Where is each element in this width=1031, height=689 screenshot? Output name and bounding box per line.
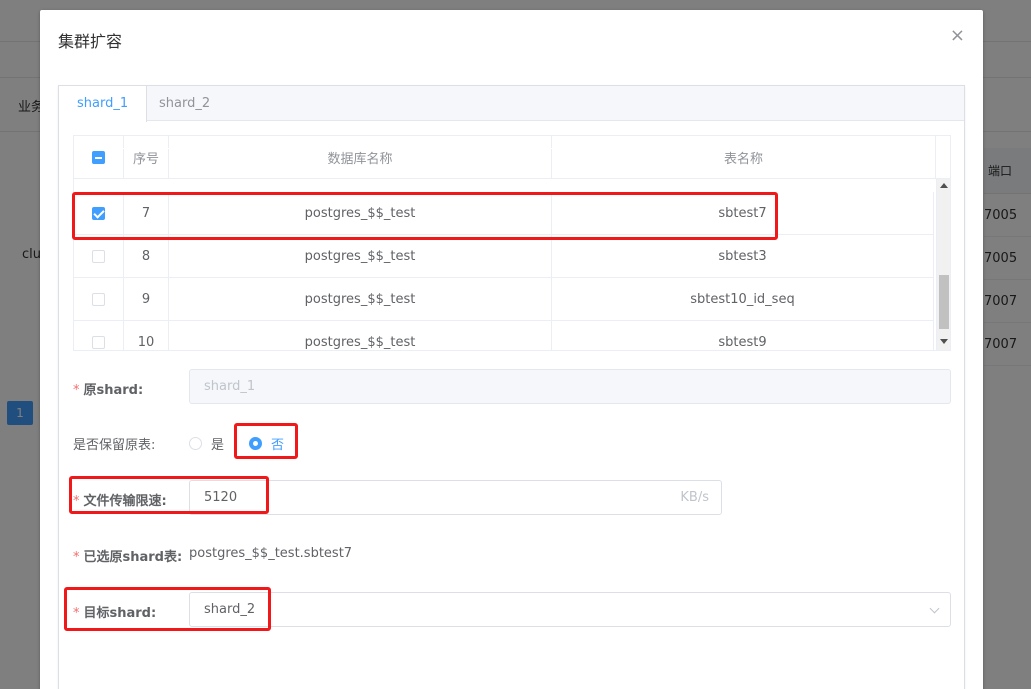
row-db-name: postgres_$$_test [169,192,552,234]
table-header: 序号 数据库名称 表名称 [74,136,950,179]
row-checkbox[interactable] [92,335,105,349]
source-shard-input: shard_1 [189,369,951,404]
tabs-header: shard_1 shard_2 [59,86,964,122]
scroll-up-icon[interactable] [940,183,948,188]
target-shard-value: shard_2 [204,602,256,617]
rate-limit-unit: KB/s [680,490,709,505]
row-checkbox-cell[interactable] [74,278,124,320]
source-shard-label: * 原shard: [73,383,144,398]
rate-limit-label: * 文件传输限速: [73,494,167,509]
header-index: 序号 [124,136,169,178]
keep-original-no-radio[interactable]: 否 [249,434,284,453]
select-all-checkbox[interactable] [92,150,105,164]
selected-tables-value: postgres_$$_test.sbtest7 [189,546,353,561]
row-checkbox-cell[interactable] [74,321,124,350]
header-table-name: 表名称 [552,136,936,178]
row-index: 9 [124,278,169,320]
row-checkbox[interactable] [92,249,105,263]
table-scrollbar[interactable] [936,179,950,350]
header-gutter [936,136,950,178]
table-row[interactable]: 7 postgres_$$_test sbtest7 [74,192,934,235]
radio-selected-icon [249,437,262,450]
target-shard-label: * 目标shard: [73,606,157,621]
scroll-thumb[interactable] [939,275,949,329]
table-row[interactable]: 9 postgres_$$_test sbtest10_id_seq [74,278,934,321]
radio-yes-label: 是 [211,438,225,453]
radio-circle-icon [189,437,202,450]
row-index: 10 [124,321,169,350]
keep-original-yes-radio[interactable]: 是 [189,434,224,453]
shard-tabs: shard_1 shard_2 序号 数据库名称 表名称 7 postgres_… [58,85,965,689]
tab-shard-2[interactable]: shard_2 [141,86,228,121]
dialog-title: 集群扩容 [58,32,123,51]
tab-shard-1[interactable]: shard_1 [59,86,148,122]
header-select-all[interactable] [74,136,124,178]
row-db-name: postgres_$$_test [169,235,552,277]
scroll-down-icon[interactable] [940,339,948,344]
row-table-name: sbtest10_id_seq [552,278,934,320]
row-index: 8 [124,235,169,277]
target-shard-select[interactable]: shard_2 [189,592,951,627]
table-row[interactable]: 8 postgres_$$_test sbtest3 [74,235,934,278]
row-index: 7 [124,192,169,234]
table-scroll-gap [74,148,934,149]
row-db-name: postgres_$$_test [169,321,552,350]
cluster-expand-dialog: 集群扩容 × shard_1 shard_2 序号 数据库名称 表名称 7 po… [40,10,983,689]
chevron-down-icon [929,603,940,614]
selected-tables-label: * 已选原shard表: [73,550,183,565]
close-icon[interactable]: × [950,27,965,45]
radio-no-label: 否 [271,438,285,453]
header-db-name: 数据库名称 [169,136,552,178]
row-checkbox-cell[interactable] [74,192,124,234]
row-checkbox[interactable] [92,206,105,220]
row-db-name: postgres_$$_test [169,278,552,320]
row-table-name: sbtest7 [552,192,934,234]
rate-limit-input[interactable]: 5120 KB/s [189,480,722,515]
row-checkbox[interactable] [92,292,105,306]
row-table-name: sbtest3 [552,235,934,277]
shard-table: 序号 数据库名称 表名称 7 postgres_$$_test sbtest7 … [73,135,951,351]
row-checkbox-cell[interactable] [74,235,124,277]
table-row[interactable]: 10 postgres_$$_test sbtest9 [74,321,934,350]
rate-limit-value: 5120 [204,490,238,505]
keep-original-label: 是否保留原表: [73,438,156,453]
row-table-name: sbtest9 [552,321,934,350]
